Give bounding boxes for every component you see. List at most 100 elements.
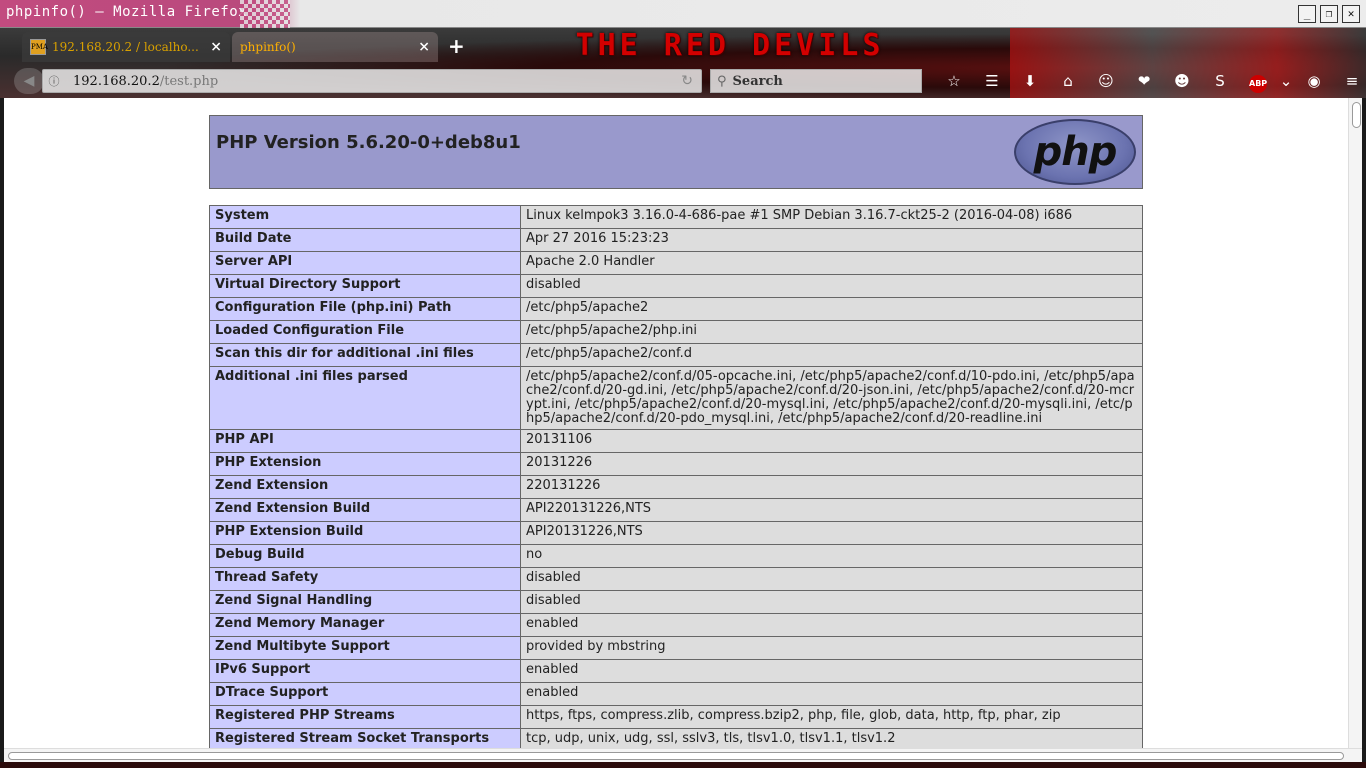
row-value: /etc/php5/apache2/conf.d/05-opcache.ini,… [520,366,1143,430]
s-extension-icon[interactable]: S [1201,69,1239,93]
menu-icon[interactable]: ≡ [1333,69,1366,93]
search-placeholder: Search [732,73,783,89]
home-icon[interactable]: ⌂ [1049,69,1087,93]
row-value: Linux kelmpok3 3.16.0-4-686-pae #1 SMP D… [520,205,1143,229]
row-key: Configuration File (php.ini) Path [209,297,521,321]
row-value: Apr 27 2016 15:23:23 [520,228,1143,252]
row-value: provided by mbstring [520,636,1143,660]
php-version-header: PHP Version 5.6.20-0+deb8u1 php [209,115,1143,189]
row-key: PHP Extension [209,452,521,476]
row-value: disabled [520,274,1143,298]
row-key: PHP Extension Build [209,521,521,545]
row-key: Loaded Configuration File [209,320,521,344]
row-value: enabled [520,682,1143,706]
window-titlebar[interactable]: phpinfo() — Mozilla Firefox _ ❐ ✕ [0,0,1366,28]
row-key: Registered Stream Socket Transports [209,728,521,748]
php-logo-icon[interactable]: php [1014,119,1136,185]
horizontal-scrollbar[interactable] [4,748,1362,762]
row-key: Server API [209,251,521,275]
table-row: Virtual Directory Support disabled [209,274,1143,298]
window-title: phpinfo() — Mozilla Firefox [6,4,248,20]
pma-favicon-icon: PMA [30,39,48,55]
row-value: https, ftps, compress.zlib, compress.bzi… [520,705,1143,729]
table-row: Additional .ini files parsed/etc/php5/ap… [209,366,1143,430]
back-button[interactable]: ◀ [14,68,44,94]
adblock-icon[interactable]: ABP [1239,69,1277,93]
new-tab-button[interactable]: + [448,34,465,58]
tab-label: phpinfo() [240,40,296,54]
row-value: /etc/php5/apache2 [520,297,1143,321]
row-value: enabled [520,659,1143,683]
row-value: no [520,544,1143,568]
tab-close-icon[interactable]: × [210,39,222,55]
reader-list-icon[interactable]: ☰ [973,69,1011,93]
row-key: Additional .ini files parsed [209,366,521,430]
url-path: /test.php [159,73,219,89]
pocket-icon[interactable]: ❤ [1125,69,1163,93]
window-frame [0,762,1366,768]
table-row: Zend Multibyte Support provided by mbstri… [209,636,1143,660]
row-value: API20131226,NTS [520,521,1143,545]
table-row: Thread Safety disabled [209,567,1143,591]
row-key: DTrace Support [209,682,521,706]
table-row: Loaded Configuration File/etc/php5/apach… [209,320,1143,344]
info-table: System Linux kelmpok3 3.16.0-4-686-pae #1… [209,205,1143,748]
table-row: DTrace Support enabled [209,682,1143,706]
row-key: System [209,205,521,229]
minimize-button[interactable]: _ [1298,5,1316,23]
table-row: Zend Extension Build API220131226,NTS [209,498,1143,522]
theme-banner: THE RED DEVILS [575,28,885,63]
tab-close-icon[interactable]: × [418,39,430,55]
info-icon[interactable]: ⓘ [43,73,65,89]
tab-phpmyadmin[interactable]: PMA 192.168.20.2 / localho... × [22,32,230,62]
row-key: Build Date [209,228,521,252]
maximize-button[interactable]: ❐ [1320,5,1338,23]
row-key: Scan this dir for additional .ini files [209,343,521,367]
tab-phpinfo[interactable]: phpinfo() × [232,32,438,62]
scrollbar-thumb[interactable] [8,752,1344,760]
table-row: Registered PHP Streams https, ftps, compr… [209,705,1143,729]
row-key: IPv6 Support [209,659,521,683]
smiley-icon[interactable]: ☺ [1087,69,1125,93]
row-key: Zend Extension Build [209,498,521,522]
row-value: enabled [520,613,1143,637]
star-icon[interactable]: ☆ [935,69,973,93]
row-key: Zend Memory Manager [209,613,521,637]
reload-icon[interactable]: ↻ [681,73,693,89]
url-host: 192.168.20.2 [73,73,160,89]
tab-label: 192.168.20.2 / localho... [52,40,199,54]
table-row: PHP Extension Build API20131226,NTS [209,521,1143,545]
navigation-bar: ◀ ⓘ 192.168.20.2/test.php ↻ ⚲ Search ☆ ☰… [0,66,1366,98]
row-value: /etc/php5/apache2/php.ini [520,320,1143,344]
vertical-scrollbar[interactable] [1348,98,1362,748]
phpinfo-content: PHP Version 5.6.20-0+deb8u1 php System Li… [209,115,1143,748]
table-row: Scan this dir for additional .ini files /… [209,343,1143,367]
row-key: Debug Build [209,544,521,568]
table-row: Zend Signal Handling disabled [209,590,1143,614]
scrollbar-thumb[interactable] [1352,102,1361,128]
chevron-down-icon[interactable]: ⌄ [1277,69,1295,93]
page-viewport: PHP Version 5.6.20-0+deb8u1 php System Li… [4,98,1362,748]
row-value: 20131226 [520,452,1143,476]
adblock-label: ABP [1249,75,1267,93]
row-value: /etc/php5/apache2/conf.d [520,343,1143,367]
row-key: Zend Multibyte Support [209,636,521,660]
row-key: Zend Signal Handling [209,590,521,614]
table-row: Registered Stream Socket Transports tcp, … [209,728,1143,748]
url-bar[interactable]: ⓘ 192.168.20.2/test.php ↻ [42,69,702,93]
search-input[interactable]: ⚲ Search [710,69,922,93]
color-wheel-icon[interactable]: ◉ [1295,69,1333,93]
row-key: Virtual Directory Support [209,274,521,298]
toolbar-icons: ☆ ☰ ⬇ ⌂ ☺ ❤ ☻ S ABP ⌄ ◉ ≡ [935,69,1366,93]
table-row: IPv6 Support enabled [209,659,1143,683]
titlebar-decoration [240,0,290,28]
table-row: PHP API 20131106 [209,429,1143,453]
table-row: Zend Memory Manager enabled [209,613,1143,637]
row-value: Apache 2.0 Handler [520,251,1143,275]
download-icon[interactable]: ⬇ [1011,69,1049,93]
table-row: Server API Apache 2.0 Handler [209,251,1143,275]
row-value: disabled [520,567,1143,591]
table-row: Debug Build no [209,544,1143,568]
emoji-icon[interactable]: ☻ [1163,69,1201,93]
close-window-button[interactable]: ✕ [1342,5,1360,23]
